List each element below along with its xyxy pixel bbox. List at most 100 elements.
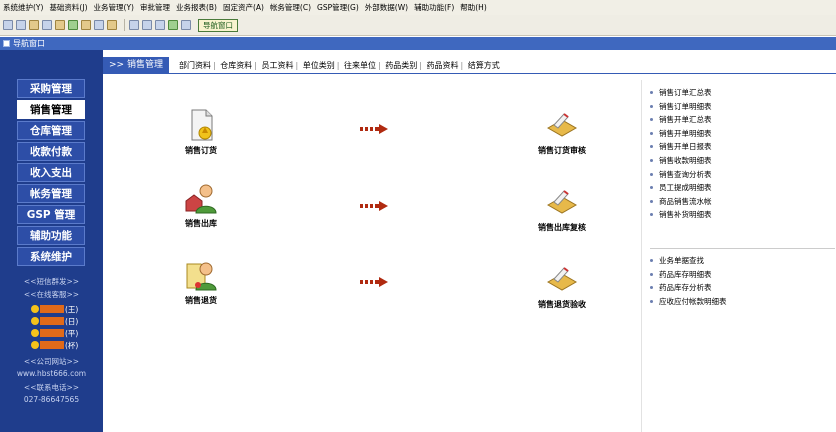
arrow-right-icon [360, 277, 388, 287]
folder-icon[interactable] [29, 20, 39, 30]
arrow-right-icon [360, 201, 388, 211]
tab-settlement[interactable]: 结算方式 [468, 61, 500, 70]
phone-label: <<联系电话>> [23, 383, 80, 392]
report-panel: 销售订单汇总表 销售订单明细表 销售开单汇总表 销售开单明细表 销售开单日报表 … [641, 80, 836, 432]
report-link[interactable]: 销售查询分析表 [650, 168, 712, 182]
sidebar: 采购管理 销售管理 仓库管理 收款付款 收入支出 帐务管理 GSP 管理 辅助功… [0, 50, 103, 432]
sales-order-review-label: 销售订货审核 [538, 146, 586, 155]
menu-accounts[interactable]: 帐务管理(C) [267, 2, 314, 13]
report-link[interactable]: 销售开单汇总表 [650, 113, 712, 127]
report-link[interactable]: 药品库存明细表 [650, 268, 727, 282]
menu-fixed-assets[interactable]: 固定资产(A) [220, 2, 267, 13]
menu-gsp[interactable]: GSP管理(G) [314, 2, 362, 13]
sms-link[interactable]: <<短信群发>> [0, 276, 103, 287]
inventory-report-list: 业务单据查找 药品库存明细表 药品库存分析表 应收应付帐款明细表 [650, 254, 727, 308]
bullet-icon [650, 299, 653, 303]
tab-drug-category[interactable]: 药品类别 [385, 61, 417, 70]
sidebar-item-purchase[interactable]: 采购管理 [17, 79, 85, 98]
sales-order-tile[interactable]: 销售订货 [171, 108, 231, 156]
tab-list: 部门资料 | 仓库资料 | 员工资料 | 单位类别 | 往来单位 | 药品类别 | 药品资料… [178, 60, 500, 70]
menu-approval[interactable]: 审批管理 [137, 2, 173, 13]
report-link[interactable]: 商品销售流水帐 [650, 195, 712, 209]
sales-order-label: 销售订货 [185, 146, 217, 155]
list-icon[interactable] [16, 20, 26, 30]
sidebar-item-sales[interactable]: 销售管理 [17, 100, 85, 119]
qq-contact[interactable]: (日) [31, 316, 78, 326]
sales-outbound-check-label: 销售出库复核 [538, 223, 586, 232]
sidebar-item-gsp[interactable]: GSP 管理 [17, 205, 85, 224]
user-shop-icon [185, 184, 217, 214]
qq-status-bar [40, 305, 64, 313]
menu-auxiliary[interactable]: 辅助功能(F) [411, 2, 457, 13]
bullet-icon [650, 259, 653, 262]
phone-number: 027-86647565 [23, 395, 80, 404]
user-return-icon [186, 262, 217, 291]
sidebar-item-accounts[interactable]: 帐务管理 [17, 184, 85, 203]
online-service-link[interactable]: <<在线客服>> [0, 289, 103, 300]
refresh-icon[interactable] [68, 20, 78, 30]
menu-reports[interactable]: 业务报表(B) [173, 2, 220, 13]
qq-icon [31, 341, 39, 349]
sidebar-item-system[interactable]: 系统维护 [17, 247, 85, 266]
sales-return-label: 销售退货 [185, 296, 217, 305]
sidebar-item-payments[interactable]: 收款付款 [17, 142, 85, 161]
bullet-icon [650, 186, 653, 190]
website-link[interactable]: www.hbst666.com [0, 369, 103, 378]
sales-return-tile[interactable]: 销售退货 [171, 258, 231, 306]
exit-icon[interactable] [181, 20, 191, 30]
sales-order-review-tile[interactable]: 销售订货审核 [517, 108, 607, 156]
tab-employee[interactable]: 员工资料 [261, 61, 293, 70]
bullet-icon [650, 158, 653, 162]
qq-contact[interactable]: (王) [31, 304, 78, 314]
print-icon[interactable] [129, 20, 139, 30]
tab-warehouse[interactable]: 仓库资料 [220, 61, 252, 70]
report-divider [650, 248, 835, 249]
edit-icon[interactable] [55, 20, 65, 30]
report-link[interactable]: 药品库存分析表 [650, 281, 727, 295]
report-link[interactable]: 销售订单明细表 [650, 100, 712, 114]
tab-partner[interactable]: 往来单位 [344, 61, 376, 70]
qq-contact[interactable]: (杯) [31, 340, 78, 350]
menu-system[interactable]: 系统维护(Y) [0, 2, 46, 13]
export-icon[interactable] [155, 20, 165, 30]
sidebar-item-auxiliary[interactable]: 辅助功能 [17, 226, 85, 245]
menu-help[interactable]: 帮助(H) [457, 2, 490, 13]
tools-icon[interactable] [81, 20, 91, 30]
report-link[interactable]: 应收应付帐款明细表 [650, 295, 727, 309]
sales-outbound-check-tile[interactable]: 销售出库复核 [517, 185, 607, 233]
tab-department[interactable]: 部门资料 [179, 61, 211, 70]
sales-return-inspect-tile[interactable]: 销售退货验收 [517, 262, 607, 310]
qq-contact[interactable]: (平) [31, 328, 78, 338]
menu-business[interactable]: 业务管理(Y) [91, 2, 137, 13]
tab-sales-management[interactable]: >> 销售管理 [103, 57, 169, 73]
stamp-approve-icon [546, 267, 578, 291]
report-link[interactable]: 销售补货明细表 [650, 208, 712, 222]
stamp-approve-icon [546, 113, 578, 137]
window-icon [3, 40, 10, 47]
tab-drug-data[interactable]: 药品资料 [426, 61, 458, 70]
report-icon[interactable] [107, 20, 117, 30]
report-link[interactable]: 销售开单日报表 [650, 140, 712, 154]
save-icon[interactable] [142, 20, 152, 30]
report-link[interactable]: 销售订单汇总表 [650, 86, 712, 100]
bullet-icon [650, 286, 653, 290]
sidebar-item-income-expense[interactable]: 收入支出 [17, 163, 85, 182]
help-icon[interactable] [168, 20, 178, 30]
report-link[interactable]: 销售收款明细表 [650, 154, 712, 168]
menu-external-data[interactable]: 外部数据(W) [362, 2, 411, 13]
qq-status-bar [40, 341, 64, 349]
chart-icon[interactable] [94, 20, 104, 30]
grid-icon[interactable] [42, 20, 52, 30]
tab-unit-category[interactable]: 单位类别 [303, 61, 335, 70]
window-icon[interactable] [3, 20, 13, 30]
report-link[interactable]: 业务单据查找 [650, 254, 727, 268]
sidebar-item-warehouse[interactable]: 仓库管理 [17, 121, 85, 140]
report-link[interactable]: 销售开单明细表 [650, 127, 712, 141]
sales-return-inspect-label: 销售退货验收 [538, 300, 586, 309]
sales-outbound-tile[interactable]: 销售出库 [171, 181, 231, 229]
navigation-window-button[interactable]: 导航窗口 [198, 18, 238, 32]
report-link[interactable]: 员工提成明细表 [650, 181, 712, 195]
menu-basic-data[interactable]: 基础资料(J) [46, 2, 90, 13]
bullet-icon [650, 104, 653, 108]
bullet-icon [650, 91, 653, 94]
